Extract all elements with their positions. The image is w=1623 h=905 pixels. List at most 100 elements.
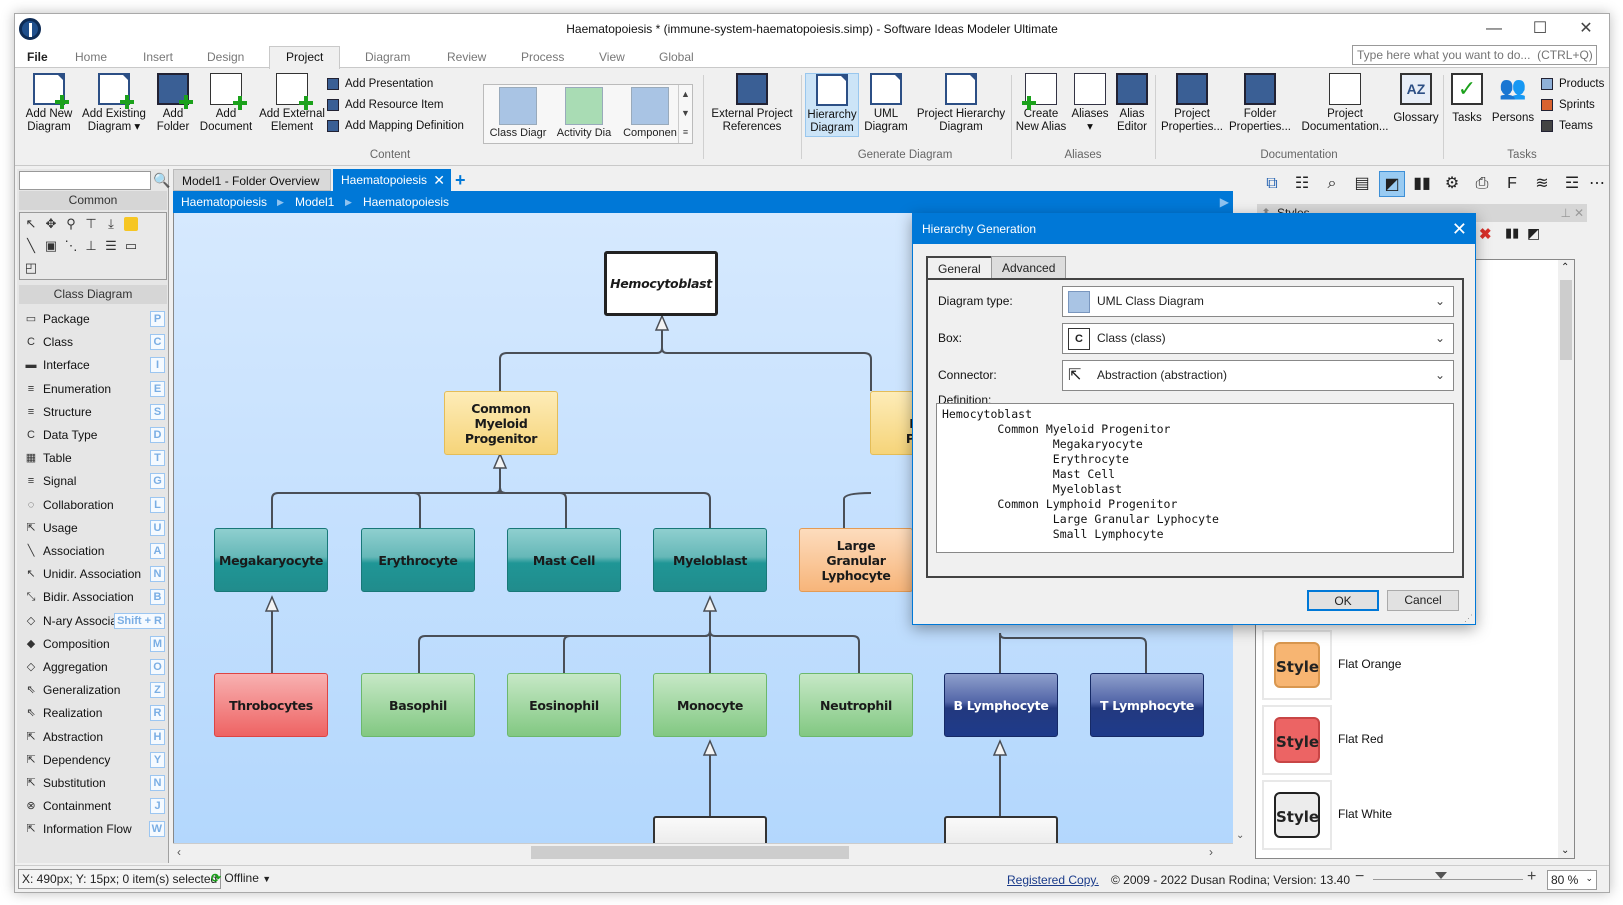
palette-item-dependency[interactable]: ⇱ Dependency Y: [21, 749, 167, 771]
breadcrumb-item[interactable]: Haematopoiesis: [181, 191, 267, 213]
close-tab-icon[interactable]: ✕: [433, 169, 445, 191]
node-eosinophil[interactable]: Eosinophil: [507, 673, 621, 737]
palette-item-composition[interactable]: ◆ Composition M: [21, 633, 167, 655]
pin-icon[interactable]: ⊥: [1561, 204, 1571, 222]
breadcrumb-item[interactable]: Model1: [295, 191, 334, 213]
box-select[interactable]: C Class (class) ⌄: [1062, 323, 1454, 354]
text-tool-icon[interactable]: ☰: [104, 239, 118, 253]
create-new-alias-button[interactable]: Create New Alias: [1015, 73, 1067, 134]
glossary-button[interactable]: AZ Glossary: [1391, 73, 1441, 125]
sprints-button[interactable]: Sprints: [1539, 96, 1595, 114]
documentation-panel-icon[interactable]: ☲: [1559, 171, 1585, 197]
zoom-in-icon[interactable]: +: [1527, 868, 1536, 886]
windows-menu-icon[interactable]: ⧉: [1259, 171, 1285, 197]
style-item-flat-white[interactable]: Style: [1262, 780, 1332, 850]
tab-general[interactable]: General: [926, 256, 993, 278]
tab-design[interactable]: Design: [195, 47, 256, 68]
palette-item-signal[interactable]: ≡ Signal G: [21, 470, 167, 492]
gallery-activity-diagram[interactable]: Activity Dia: [552, 87, 616, 143]
add-mapping-definition-button[interactable]: Add Mapping Definition: [325, 117, 464, 135]
tab-haematopoiesis[interactable]: Haematopoiesis ✕: [333, 169, 451, 191]
layers-icon[interactable]: ≋: [1529, 171, 1555, 197]
node-neutrophil[interactable]: Neutrophil: [799, 673, 913, 737]
more-tools-icon[interactable]: ⋯: [1587, 171, 1607, 197]
connector[interactable]: [661, 347, 872, 391]
canvas-horizontal-scrollbar[interactable]: ‹ ›: [173, 843, 1233, 861]
project-hierarchy-diagram-button[interactable]: Project Hierarchy Diagram: [915, 73, 1007, 134]
scroll-right-icon[interactable]: ›: [1209, 845, 1213, 859]
connector[interactable]: [271, 454, 501, 528]
zoom-tool-icon[interactable]: ⚲: [64, 217, 78, 231]
palette-item-interface[interactable]: ▬ Interface I: [21, 354, 167, 376]
connector[interactable]: [563, 630, 711, 673]
palette-item-usage[interactable]: ⇱ Usage U: [21, 517, 167, 539]
hierarchy-view-icon[interactable]: ☷: [1289, 171, 1315, 197]
connector[interactable]: [999, 632, 1147, 673]
format-icon[interactable]: F: [1499, 171, 1525, 197]
properties-icon[interactable]: ▤: [1349, 171, 1375, 197]
node-partial[interactable]: [653, 816, 767, 843]
registered-copy-link[interactable]: Registered Copy.: [1007, 873, 1099, 887]
uml-diagram-button[interactable]: UML Diagram: [861, 73, 911, 134]
zoom-level-select[interactable]: 80 % ⌄: [1547, 870, 1597, 890]
scroll-left-icon[interactable]: ‹: [177, 845, 181, 859]
format-painter-icon[interactable]: ⊤: [84, 217, 98, 231]
palette-item-enumeration[interactable]: ≡ Enumeration E: [21, 378, 167, 400]
tab-project[interactable]: Project: [269, 46, 341, 69]
stamp-tool-icon[interactable]: ⊥: [84, 239, 98, 253]
maximize-button[interactable]: ☐: [1517, 18, 1563, 40]
palette-item-aggregation[interactable]: ◇ Aggregation O: [21, 656, 167, 678]
style-colors-icon[interactable]: ▮▮: [1505, 225, 1519, 241]
palette-item-collaboration[interactable]: ◌ Collaboration L: [21, 494, 167, 516]
palette-item-package[interactable]: ▭ Package P: [21, 308, 167, 330]
breadcrumb-item[interactable]: Haematopoiesis: [363, 191, 449, 213]
style-item-flat-orange[interactable]: Style: [1262, 630, 1332, 700]
add-existing-diagram-button[interactable]: Add Existing Diagram ▾: [79, 73, 149, 134]
add-new-diagram-button[interactable]: Add New Diagram: [21, 73, 77, 134]
dialog-close-icon[interactable]: ✕: [1452, 214, 1467, 244]
gallery-class-diagram[interactable]: Class Diagr: [486, 87, 550, 143]
palette-item-generalization[interactable]: ⇖ Generalization Z: [21, 679, 167, 701]
connector[interactable]: [499, 487, 711, 528]
tab-view[interactable]: View: [587, 47, 637, 68]
folder-properties-button[interactable]: Folder Properties...: [1227, 73, 1293, 134]
definition-textarea[interactable]: Hemocytoblast Common Myeloid Progenitor …: [936, 403, 1454, 553]
tab-global[interactable]: Global: [647, 47, 706, 68]
node-erythrocyte[interactable]: Erythrocyte: [361, 528, 475, 592]
color-pencils-icon[interactable]: ▮▮: [1409, 171, 1435, 197]
line-tool-icon[interactable]: ╲: [24, 239, 38, 253]
node-b-lymphocyte[interactable]: B Lymphocyte: [944, 673, 1058, 737]
node-mast-cell[interactable]: Mast Cell: [507, 528, 621, 592]
new-tab-plus-icon[interactable]: +: [455, 169, 466, 191]
palette-item-data-type[interactable]: C Data Type D: [21, 424, 167, 446]
common-section-header[interactable]: Common: [19, 191, 167, 210]
tab-diagram[interactable]: Diagram: [353, 47, 422, 68]
search-icon[interactable]: 🔍: [153, 172, 170, 188]
boundary-tool-icon[interactable]: ◰: [24, 261, 38, 275]
tab-process[interactable]: Process: [509, 47, 576, 68]
palette-item-association[interactable]: ╲ Association A: [21, 540, 167, 562]
tab-folder-overview[interactable]: Model1 - Folder Overview: [173, 169, 331, 191]
tab-file[interactable]: File: [15, 47, 60, 68]
tasks-button[interactable]: ✓ Tasks: [1447, 73, 1487, 125]
add-presentation-button[interactable]: Add Presentation: [325, 75, 433, 93]
toolbox-search-input[interactable]: [19, 171, 151, 190]
scroll-thumb[interactable]: [531, 846, 849, 859]
printer-icon[interactable]: ⎙: [1469, 171, 1495, 197]
node-monocyte[interactable]: Monocyte: [653, 673, 767, 737]
connector[interactable]: [843, 492, 872, 528]
palette-item-substitution[interactable]: ⇱ Substitution N: [21, 772, 167, 794]
node-common-myeloid-progenitor[interactable]: Common Myeloid Progenitor: [444, 391, 558, 455]
offline-status[interactable]: ⟳ Offline ▼: [211, 871, 271, 885]
scroll-thumb[interactable]: [1560, 280, 1572, 360]
styles-scrollbar[interactable]: ⌃ ⌄: [1558, 260, 1574, 858]
class-diagram-section-header[interactable]: Class Diagram: [19, 285, 167, 304]
scroll-down-icon[interactable]: ⌄: [1561, 845, 1569, 856]
node-large-granular-lyphocyte[interactable]: Large Granular Lyphocyte: [799, 528, 913, 592]
persons-button[interactable]: 👥 Persons: [1489, 73, 1537, 125]
diagram-type-select[interactable]: UML Class Diagram ⌄: [1062, 286, 1454, 317]
insert-space-icon[interactable]: ⤓: [104, 217, 118, 231]
node-megakaryocyte[interactable]: Megakaryocyte: [214, 528, 328, 592]
tab-insert[interactable]: Insert: [131, 47, 185, 68]
style-item-flat-red[interactable]: Style: [1262, 705, 1332, 775]
